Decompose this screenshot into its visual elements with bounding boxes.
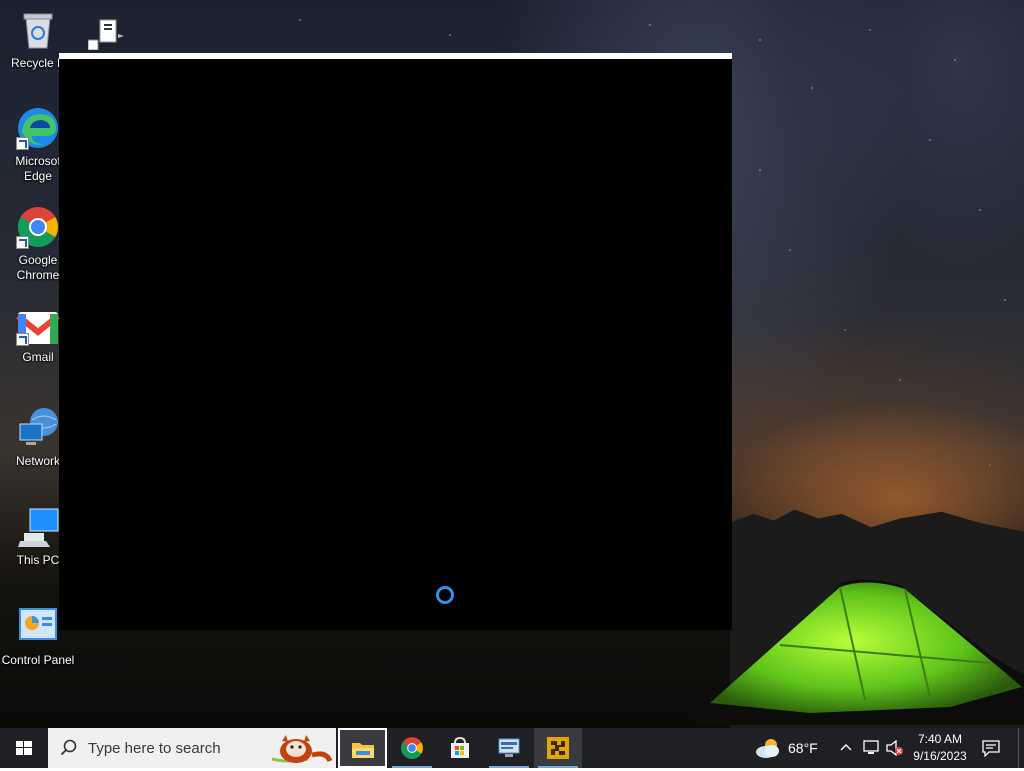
- partly-cloudy-icon: [756, 739, 779, 758]
- taskbar-chrome[interactable]: [388, 728, 436, 768]
- chevron-up-icon[interactable]: [840, 742, 852, 754]
- shortcut-arrow-icon: [16, 137, 29, 150]
- shortcut-arrow-icon: [16, 333, 29, 346]
- tent-image: [690, 579, 1024, 725]
- taskbar-remote-desktop[interactable]: [485, 728, 533, 768]
- store-icon: [451, 737, 469, 758]
- loading-spinner-icon: [436, 586, 454, 604]
- taskbar-file-explorer[interactable]: [338, 728, 387, 768]
- taskbar-microsoft-store[interactable]: [436, 728, 484, 768]
- windows-logo-icon: [16, 741, 32, 755]
- control-panel-icon: [16, 605, 60, 649]
- app-window-loading[interactable]: [59, 53, 732, 630]
- clock-time[interactable]: 7:40 AM: [916, 732, 964, 746]
- taskbar-search-box[interactable]: Type here to search: [48, 728, 336, 768]
- weather-temperature[interactable]: 68°F: [788, 740, 818, 756]
- network-icon: [16, 406, 60, 450]
- search-icon: [60, 739, 77, 756]
- recycle-bin-icon: [16, 8, 60, 52]
- edge-icon: [16, 106, 60, 150]
- shortcut-arrow-icon: [16, 236, 29, 249]
- red-panda-search-highlight-icon: [271, 735, 333, 763]
- control-panel-label: Control Panel: [1, 653, 75, 667]
- show-desktop-button[interactable]: [1018, 728, 1024, 768]
- search-placeholder: Type here to search: [88, 740, 221, 757]
- remote-desktop-icon: [498, 738, 520, 757]
- file-shortcut-icon: [87, 14, 128, 51]
- desktop-background: Recycle B Microsof Edge Google Chrome Gm…: [0, 0, 1024, 728]
- gmail-icon: [16, 310, 60, 346]
- taskbar: Type here to search 68°F 7:40 AM 9/16/20…: [0, 728, 1024, 768]
- chrome-icon: [16, 205, 60, 249]
- taskbar-installer-app[interactable]: [534, 728, 582, 768]
- desktop-icon-unknown-file[interactable]: [78, 14, 138, 54]
- file-explorer-icon: [352, 743, 374, 758]
- notification-icon[interactable]: [982, 739, 1000, 757]
- clock-date[interactable]: 9/16/2023: [910, 749, 970, 763]
- start-button[interactable]: [0, 728, 48, 768]
- installer-icon: [547, 737, 569, 759]
- volume-muted-icon[interactable]: [886, 740, 904, 756]
- this-pc-icon: [16, 505, 60, 549]
- network-status-icon[interactable]: [862, 740, 880, 756]
- chrome-icon: [401, 737, 423, 759]
